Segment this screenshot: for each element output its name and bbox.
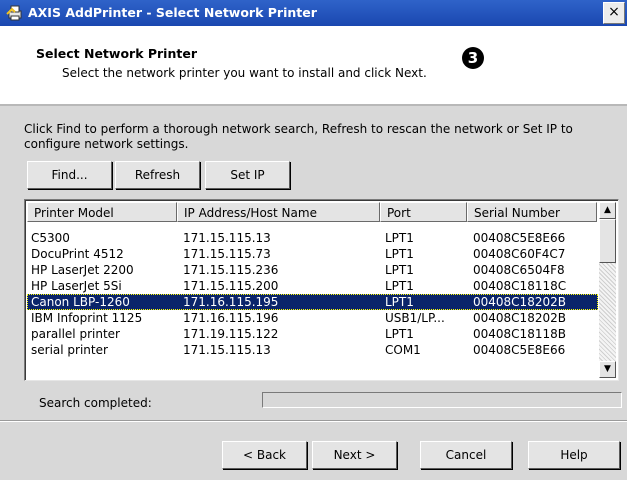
scroll-track[interactable]	[599, 263, 616, 361]
cell-serial: 00408C5E8E66	[473, 343, 566, 357]
title-bar: AXIS AddPrinter - Select Network Printer…	[0, 0, 627, 26]
cancel-button[interactable]: Cancel	[420, 441, 512, 469]
cell-port: USB1/LP...	[385, 311, 445, 325]
table-row[interactable]: IBM Infoprint 1125 171.16.115.196 USB1/L…	[27, 310, 598, 326]
cell-ip: 171.15.115.13	[183, 231, 271, 245]
column-header-printer-model[interactable]: Printer Model	[27, 202, 177, 222]
cell-model: Canon LBP-1260	[31, 295, 130, 309]
table-row[interactable]: HP LaserJet 5Si 171.15.115.200 LPT1 0040…	[27, 278, 598, 294]
cell-model: HP LaserJet 2200	[31, 263, 134, 277]
scroll-up-icon[interactable]: ▲	[599, 202, 616, 219]
wizard-header: Select Network Printer Select the networ…	[0, 26, 627, 106]
cell-ip: 171.15.115.13	[183, 343, 271, 357]
step-number-badge: 3	[462, 47, 484, 69]
cell-port: LPT1	[385, 295, 414, 309]
window-title: AXIS AddPrinter - Select Network Printer	[28, 5, 317, 20]
back-button[interactable]: < Back	[222, 441, 307, 469]
page-subtitle: Select the network printer you want to i…	[62, 66, 427, 80]
column-header-serial-number[interactable]: Serial Number	[467, 202, 597, 222]
table-row[interactable]: parallel printer 171.19.115.122 LPT1 004…	[27, 326, 598, 342]
cell-port: LPT1	[385, 327, 414, 341]
table-row-selected[interactable]: Canon LBP-1260 171.16.115.195 LPT1 00408…	[27, 294, 598, 310]
cell-model: parallel printer	[31, 327, 120, 341]
cell-serial: 00408C18118B	[473, 327, 566, 341]
search-progress-bar	[262, 392, 622, 408]
cell-model: DocuPrint 4512	[31, 247, 124, 261]
table-row[interactable]: serial printer 171.15.115.13 COM1 00408C…	[27, 342, 598, 358]
printer-list[interactable]: Printer Model IP Address/Host Name Port …	[24, 199, 619, 381]
cell-model: C5300	[31, 231, 70, 245]
cell-port: LPT1	[385, 231, 414, 245]
find-button[interactable]: Find...	[27, 161, 112, 189]
cell-model: HP LaserJet 5Si	[31, 279, 122, 293]
instructions-text: Click Find to perform a thorough network…	[24, 122, 573, 151]
cell-ip: 171.15.115.236	[183, 263, 279, 277]
column-header-port[interactable]: Port	[380, 202, 467, 222]
table-row[interactable]: C5300 171.15.115.13 LPT1 00408C5E8E66	[27, 230, 598, 246]
scroll-thumb[interactable]	[599, 219, 616, 263]
cell-ip: 171.19.115.122	[183, 327, 279, 341]
cell-serial: 00408C18202B	[473, 295, 566, 309]
cell-ip: 171.15.115.73	[183, 247, 271, 261]
printer-app-icon	[6, 4, 24, 22]
page-title: Select Network Printer	[36, 46, 197, 61]
cell-port: LPT1	[385, 263, 414, 277]
table-row[interactable]: DocuPrint 4512 171.15.115.73 LPT1 00408C…	[27, 246, 598, 262]
refresh-button[interactable]: Refresh	[115, 161, 200, 189]
cell-serial: 00408C5E8E66	[473, 231, 566, 245]
next-button[interactable]: Next >	[312, 441, 397, 469]
help-button[interactable]: Help	[528, 441, 620, 469]
cell-port: COM1	[385, 343, 421, 357]
set-ip-button[interactable]: Set IP	[205, 161, 290, 189]
cell-port: LPT1	[385, 247, 414, 261]
cell-serial: 00408C60F4C7	[473, 247, 566, 261]
cell-serial: 00408C18202B	[473, 311, 566, 325]
table-row[interactable]: HP LaserJet 2200 171.15.115.236 LPT1 004…	[27, 262, 598, 278]
cell-ip: 171.16.115.195	[183, 295, 279, 309]
close-button[interactable]: ×	[603, 2, 625, 24]
dialog-window: AXIS AddPrinter - Select Network Printer…	[0, 0, 627, 480]
cell-model: IBM Infoprint 1125	[31, 311, 143, 325]
cell-model: serial printer	[31, 343, 108, 357]
search-status: Search completed:	[39, 396, 152, 410]
cell-serial: 00408C18118C	[473, 279, 567, 293]
cell-serial: 00408C6504F8	[473, 263, 565, 277]
cell-port: LPT1	[385, 279, 414, 293]
footer-divider	[0, 420, 627, 422]
scroll-down-icon[interactable]: ▼	[599, 361, 616, 378]
cell-ip: 171.15.115.200	[183, 279, 279, 293]
column-header-ip-address[interactable]: IP Address/Host Name	[177, 202, 380, 222]
vertical-scrollbar[interactable]: ▲ ▼	[599, 202, 616, 378]
printer-rows: C5300 171.15.115.13 LPT1 00408C5E8E66 Do…	[27, 230, 598, 358]
cell-ip: 171.16.115.196	[183, 311, 279, 325]
